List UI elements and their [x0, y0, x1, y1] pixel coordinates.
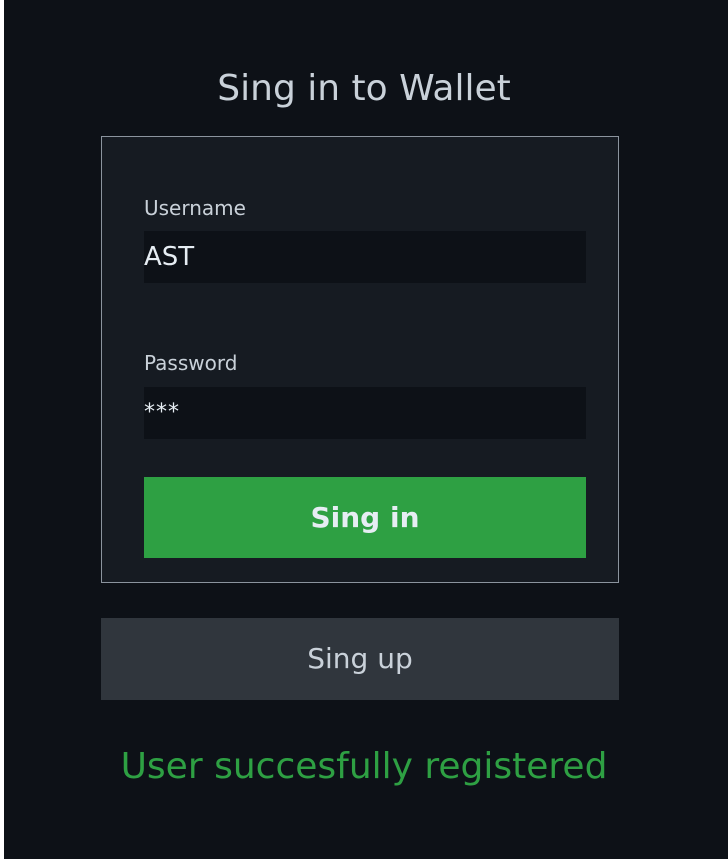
page-title: Sing in to Wallet: [217, 68, 511, 109]
status-message: User succesfully registered: [120, 746, 608, 787]
login-form: Username AST Password *** Sing in: [101, 136, 619, 583]
username-value: AST: [144, 242, 195, 272]
password-field[interactable]: ***: [144, 387, 586, 439]
password-label: Password: [144, 351, 238, 375]
sign-up-button[interactable]: Sing up: [101, 618, 619, 700]
password-value: ***: [144, 400, 180, 425]
login-window: Sing in to Wallet Username AST Password …: [4, 0, 728, 859]
sign-in-button[interactable]: Sing in: [144, 477, 586, 558]
username-label: Username: [144, 196, 246, 220]
username-field[interactable]: AST: [144, 231, 586, 283]
